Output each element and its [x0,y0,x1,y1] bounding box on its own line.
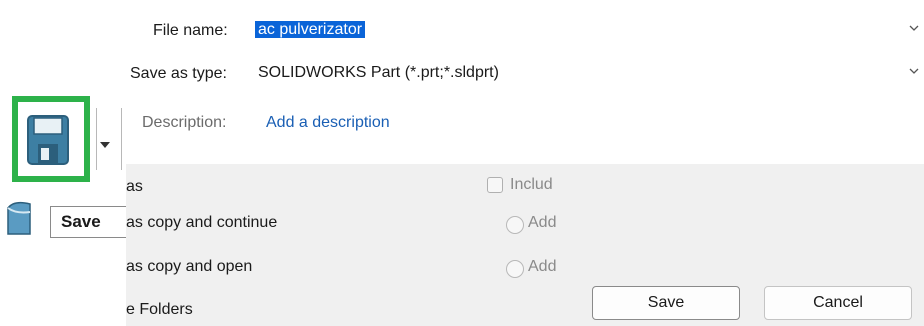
part-icon [7,201,31,235]
save-button[interactable]: Save [592,286,740,320]
save-as-option[interactable]: as [126,178,143,196]
file-name-value: ac pulverizator [255,21,366,38]
toolbar-divider [96,108,97,170]
save-as-type-label: Save as type: [130,65,227,82]
chevron-down-icon[interactable] [908,22,920,34]
add-label-1: Add [528,214,557,231]
add-label-2: Add [528,258,557,275]
add-description-link[interactable]: Add a description [266,114,390,132]
save-as-copy-open-option[interactable]: as copy and open [126,258,252,276]
save-button-highlight [12,96,90,182]
file-name-label: File name: [153,22,228,39]
chevron-down-icon[interactable] [908,65,920,77]
include-checkbox[interactable] [487,177,503,193]
description-label: Description: [142,114,227,131]
save-as-type-value: SOLIDWORKS Part (*.prt;*.sldprt) [258,64,499,81]
include-label: Includ [510,176,553,193]
save-as-type-select[interactable]: SOLIDWORKS Part (*.prt;*.sldprt) [252,59,924,89]
cancel-button[interactable]: Cancel [764,286,912,320]
hide-folders-toggle[interactable]: e Folders [126,301,193,319]
file-name-field[interactable]: ac pulverizator [252,16,924,46]
toolbar-divider [121,108,122,170]
save-as-copy-continue-option[interactable]: as copy and continue [126,214,277,232]
dropdown-arrow-icon[interactable] [100,142,110,148]
add-radio-2[interactable] [506,260,524,278]
save-tooltip: Save [50,206,126,238]
add-radio-1[interactable] [506,216,524,234]
